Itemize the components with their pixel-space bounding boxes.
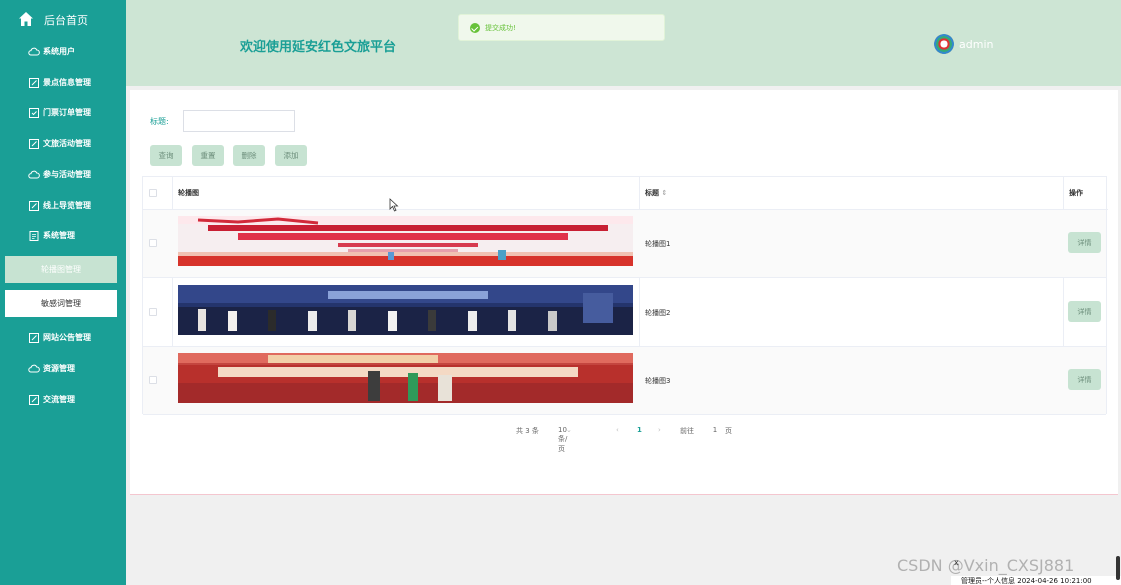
- row-title: 轮播图1: [645, 240, 671, 248]
- sidebar-item-scenic-spots[interactable]: 景点信息管理: [0, 68, 126, 98]
- user-menu[interactable]: admin: [934, 34, 993, 54]
- page-title: 欢迎使用延安红色文旅平台: [240, 40, 397, 55]
- sidebar-item-resources[interactable]: 资源管理: [0, 354, 126, 384]
- header-image: 轮播图: [178, 189, 199, 197]
- table-row: 轮播图2 详情: [143, 279, 1106, 347]
- header: 欢迎使用延安红色文旅平台 admin: [126, 0, 1121, 86]
- delete-button[interactable]: 删除: [233, 145, 265, 166]
- sidebar-item-cultural-activities[interactable]: 文旅活动管理: [0, 129, 126, 159]
- header-title[interactable]: 标题 ⇕: [645, 188, 667, 198]
- row-checkbox[interactable]: [149, 239, 157, 247]
- cloud-icon: [28, 170, 40, 179]
- search-title-label: 标题:: [150, 117, 169, 126]
- detail-button[interactable]: 详情: [1068, 232, 1101, 253]
- sidebar-item-label: 资源管理: [43, 364, 75, 373]
- goto-prefix: 前往: [680, 427, 694, 435]
- sidebar-item-system-management[interactable]: 系统管理: [0, 221, 126, 251]
- carousel-image: [178, 285, 633, 335]
- sidebar-home[interactable]: 后台首页: [0, 0, 126, 38]
- search-title-input[interactable]: [183, 110, 295, 132]
- next-page-icon[interactable]: ›: [658, 426, 661, 434]
- reset-button[interactable]: 重置: [192, 145, 224, 166]
- edit-icon: [29, 333, 39, 343]
- success-toast: 提交成功!: [458, 14, 665, 41]
- sidebar-item-label: 系统管理: [43, 231, 75, 240]
- ticket-icon: [29, 108, 39, 118]
- table-row: 轮播图3 详情: [143, 347, 1106, 415]
- carousel-image: [178, 216, 633, 266]
- goto-page-input[interactable]: 1: [708, 426, 722, 434]
- sidebar-item-activity-participation[interactable]: 参与活动管理: [0, 160, 126, 190]
- sidebar-subitem-sensitive-words[interactable]: 敏感词管理: [5, 290, 117, 317]
- cloud-icon: [28, 364, 40, 373]
- home-icon: [19, 12, 33, 26]
- username[interactable]: admin: [959, 38, 993, 51]
- sidebar-item-online-guide[interactable]: 线上导览管理: [0, 191, 126, 221]
- prev-page-icon[interactable]: ‹: [616, 426, 619, 434]
- edit-icon: [29, 395, 39, 405]
- carousel-table: 轮播图 标题 ⇕ 操作 轮播图1 详情 轮播图2 详情 轮播图3 详情: [142, 176, 1108, 415]
- sidebar-item-label: 网站公告管理: [43, 333, 91, 342]
- row-checkbox[interactable]: [149, 376, 157, 384]
- sidebar-item-label: 线上导览管理: [43, 201, 91, 210]
- table-row: 轮播图1 详情: [143, 210, 1106, 278]
- edit-icon: [29, 78, 39, 88]
- doc-icon: [29, 231, 39, 241]
- header-actions: 操作: [1069, 189, 1083, 197]
- edit-icon: [29, 201, 39, 211]
- row-checkbox[interactable]: [149, 308, 157, 316]
- goto-suffix: 页: [725, 427, 732, 435]
- sidebar-item-label: 交流管理: [43, 395, 75, 404]
- mouse-cursor-icon: [389, 198, 399, 212]
- query-button[interactable]: 查询: [150, 145, 182, 166]
- row-title: 轮播图3: [645, 377, 671, 385]
- select-all-checkbox[interactable]: [149, 189, 157, 197]
- detail-button[interactable]: 详情: [1068, 369, 1101, 390]
- sidebar-home-label: 后台首页: [44, 14, 88, 27]
- sidebar: 后台首页 系统用户 景点信息管理 门票订单管理 文旅活动管理 参与活动管理 线上…: [0, 0, 126, 585]
- watermark-text: CSDN @Vxin_CXSJ881: [897, 556, 1075, 575]
- close-icon[interactable]: x: [954, 558, 959, 567]
- detail-button[interactable]: 详情: [1068, 301, 1101, 322]
- sidebar-item-label: 参与活动管理: [43, 170, 91, 179]
- sidebar-item-announcements[interactable]: 网站公告管理: [0, 323, 126, 353]
- pagination: 共 3 条 10条/页 ⌄ ‹ 1 › 前往 1 页: [130, 426, 1118, 453]
- add-button[interactable]: 添加: [275, 145, 307, 166]
- chevron-down-icon: ⌄: [566, 426, 572, 434]
- sort-icon[interactable]: ⇕: [661, 189, 667, 197]
- pagination-total: 共 3 条: [516, 427, 539, 435]
- sidebar-item-ticket-orders[interactable]: 门票订单管理: [0, 98, 126, 128]
- page-number-current[interactable]: 1: [637, 426, 642, 434]
- scrollbar-thumb[interactable]: [1116, 556, 1120, 580]
- bottom-info-bar: 管理员--个人信息 2024-04-26 10:21:00: [951, 576, 1121, 585]
- sidebar-item-label: 系统用户: [43, 47, 75, 56]
- edit-icon: [29, 139, 39, 149]
- cloud-icon: [28, 47, 40, 56]
- toast-message: 提交成功!: [485, 24, 516, 32]
- table-header: 轮播图 标题 ⇕ 操作: [143, 177, 1108, 210]
- header-title-label: 标题: [645, 189, 659, 197]
- avatar[interactable]: [934, 34, 954, 54]
- sidebar-subitem-carousel[interactable]: 轮播图管理: [5, 256, 117, 283]
- sidebar-item-label: 景点信息管理: [43, 78, 91, 87]
- sidebar-item-system-users[interactable]: 系统用户: [0, 37, 126, 67]
- sidebar-item-label: 文旅活动管理: [43, 139, 91, 148]
- sidebar-item-label: 门票订单管理: [43, 108, 91, 117]
- sidebar-item-communication[interactable]: 交流管理: [0, 385, 126, 415]
- carousel-image: [178, 353, 633, 403]
- row-title: 轮播图2: [645, 309, 671, 317]
- success-check-icon: [470, 23, 480, 33]
- main-panel: 标题: 查询 重置 删除 添加 轮播图 标题 ⇕ 操作 轮播图1 详情 轮播图2…: [130, 90, 1118, 495]
